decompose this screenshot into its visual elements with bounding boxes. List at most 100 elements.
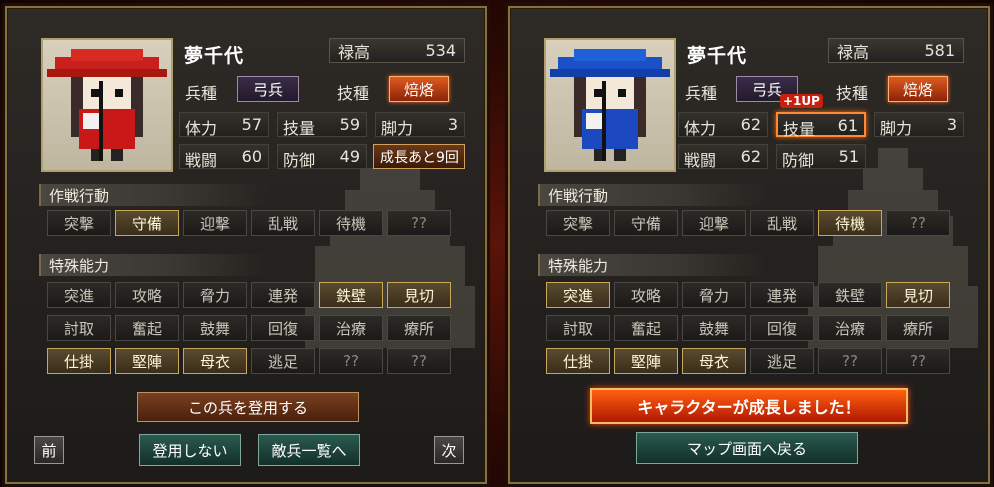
ability-button[interactable]: 治療 (818, 315, 882, 341)
ability-button[interactable]: 仕掛 (47, 348, 111, 374)
ability-button[interactable]: 鉄壁 (319, 282, 383, 308)
ability-button[interactable]: 療所 (387, 315, 451, 341)
salary-value: 534 (425, 41, 456, 60)
tactic-button[interactable]: 乱戦 (251, 210, 315, 236)
ability-button[interactable]: 攻略 (614, 282, 678, 308)
prev-button[interactable]: 前 (34, 436, 64, 464)
section-tactics: 作戦行動 (39, 184, 269, 206)
ability-button[interactable]: ?? (818, 348, 882, 374)
ability-button[interactable]: 討取 (47, 315, 111, 341)
recruit-button[interactable]: この兵を登用する (137, 392, 359, 422)
stat-label: 戦闘 (684, 151, 717, 170)
ability-button[interactable]: 母衣 (183, 348, 247, 374)
character-portrait (544, 38, 676, 172)
ability-button[interactable]: 攻略 (115, 282, 179, 308)
ability-button[interactable]: ?? (886, 348, 950, 374)
ability-button[interactable]: 鉄壁 (818, 282, 882, 308)
stat-label: 戦闘 (185, 151, 218, 170)
return-to-map-button[interactable]: マップ画面へ戻る (636, 432, 858, 464)
tactic-button[interactable]: 守備 (614, 210, 678, 236)
stat-skill-highlighted: 技量 61 (776, 112, 866, 139)
stat-speed: 脚力 3 (874, 112, 964, 138)
ability-button[interactable]: 堅陣 (614, 348, 678, 374)
recruit-panel: 夢千代 禄高 534 兵種 弓兵 技種 焙烙 体力 57 技量 59 脚力 3 戦闘 6… (5, 6, 487, 484)
stat-defense: 防御 49 (277, 144, 367, 170)
section-tactics: 作戦行動 (538, 184, 768, 206)
next-button[interactable]: 次 (434, 436, 464, 464)
ability-button[interactable]: 見切 (886, 282, 950, 308)
skill-type-value: 焙烙 (389, 76, 449, 102)
tactic-button[interactable]: 突撃 (546, 210, 610, 236)
tactic-button[interactable]: ?? (886, 210, 950, 236)
ability-button[interactable]: 堅陣 (115, 348, 179, 374)
ability-button[interactable]: 回復 (750, 315, 814, 341)
stat-attack: 戦闘 62 (678, 144, 768, 170)
ability-button[interactable]: 討取 (546, 315, 610, 341)
stat-attack: 戦闘 60 (179, 144, 269, 170)
growth-panel: 夢千代 禄高 581 兵種 弓兵 技種 焙烙 +1UP 体力 62 技量 61 脚力… (508, 6, 990, 484)
decline-button[interactable]: 登用しない (139, 434, 241, 466)
stat-hp: 体力 57 (179, 112, 269, 138)
ability-button[interactable]: 脅力 (682, 282, 746, 308)
stat-value: 60 (241, 147, 262, 166)
stat-label: 脚力 (381, 119, 414, 138)
tactic-button[interactable]: 乱戦 (750, 210, 814, 236)
stat-value: 3 (946, 115, 957, 134)
salary-label: 禄高 (338, 42, 371, 62)
ability-button[interactable]: ?? (319, 348, 383, 374)
salary-box: 禄高 581 (828, 38, 964, 63)
ability-button[interactable]: 療所 (886, 315, 950, 341)
ability-button[interactable]: 逃足 (750, 348, 814, 374)
tactic-button[interactable]: 突撃 (47, 210, 111, 236)
growth-complete-banner: キャラクターが成長しました！ (590, 388, 908, 424)
ability-button[interactable]: 突進 (47, 282, 111, 308)
ability-button[interactable]: 仕掛 (546, 348, 610, 374)
tactic-button[interactable]: ?? (387, 210, 451, 236)
ability-button[interactable]: ?? (387, 348, 451, 374)
ability-button[interactable]: 見切 (387, 282, 451, 308)
stat-defense: 防御 51 (776, 144, 866, 170)
stat-label: 防御 (283, 151, 316, 170)
tactic-button[interactable]: 守備 (115, 210, 179, 236)
salary-label: 禄高 (837, 42, 870, 62)
ability-button[interactable]: 逃足 (251, 348, 315, 374)
ability-button[interactable]: 突進 (546, 282, 610, 308)
stat-label: 体力 (185, 119, 218, 138)
skill-type-value: 焙烙 (888, 76, 948, 102)
skill-type-label: 技種 (836, 84, 869, 103)
section-abilities: 特殊能力 (39, 254, 269, 276)
growth-remaining-badge: 成長あと9回 (373, 144, 465, 169)
stat-value: 59 (339, 115, 360, 134)
stat-hp: 体力 62 (678, 112, 768, 138)
stat-label: 脚力 (880, 119, 913, 138)
ability-button[interactable]: 奮起 (115, 315, 179, 341)
character-name: 夢千代 (184, 45, 245, 67)
ability-button[interactable]: 鼓舞 (183, 315, 247, 341)
ability-button[interactable]: 鼓舞 (682, 315, 746, 341)
enemy-list-button[interactable]: 敵兵一覧へ (258, 434, 360, 466)
stat-value: 3 (447, 115, 458, 134)
tactic-button[interactable]: 待機 (319, 210, 383, 236)
salary-value: 581 (924, 41, 955, 60)
ability-button[interactable]: 回復 (251, 315, 315, 341)
stat-value: 49 (339, 147, 360, 166)
unit-type-label: 兵種 (685, 84, 718, 103)
character-name: 夢千代 (687, 45, 748, 67)
character-portrait (41, 38, 173, 172)
section-abilities: 特殊能力 (538, 254, 768, 276)
ability-button[interactable]: 奮起 (614, 315, 678, 341)
stat-label: 防御 (782, 151, 815, 170)
ability-button[interactable]: 母衣 (682, 348, 746, 374)
tactic-button[interactable]: 待機 (818, 210, 882, 236)
tactic-button[interactable]: 迎撃 (682, 210, 746, 236)
stat-value: 51 (838, 147, 859, 166)
stat-value: 62 (740, 115, 761, 134)
ability-button[interactable]: 連発 (750, 282, 814, 308)
stat-label: 技量 (783, 120, 816, 139)
ability-button[interactable]: 連発 (251, 282, 315, 308)
tactic-button[interactable]: 迎撃 (183, 210, 247, 236)
skill-type-label: 技種 (337, 84, 370, 103)
level-up-popup: +1UP (780, 94, 823, 108)
ability-button[interactable]: 脅力 (183, 282, 247, 308)
ability-button[interactable]: 治療 (319, 315, 383, 341)
